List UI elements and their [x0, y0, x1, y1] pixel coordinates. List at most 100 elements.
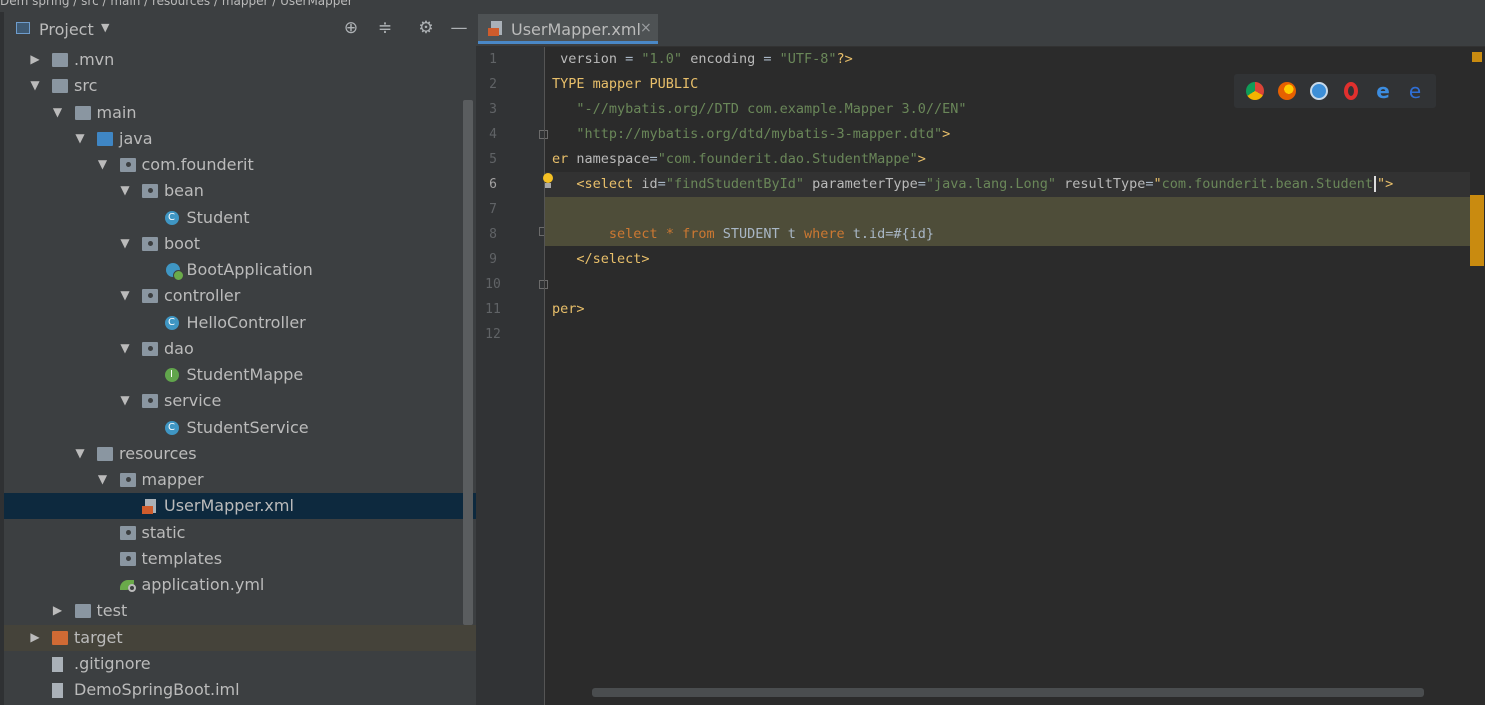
collapse-arrow-icon[interactable]: ▶ — [51, 603, 65, 617]
expand-arrow-icon[interactable]: ▼ — [118, 393, 132, 407]
left-tool-stripe — [0, 12, 4, 705]
tree-item[interactable]: ▶ .mvn — [4, 47, 476, 73]
code-token: </select> — [552, 251, 650, 267]
horizontal-scrollbar[interactable] — [592, 688, 1424, 697]
package-icon — [119, 158, 136, 172]
file-icon — [52, 656, 63, 672]
tree-item[interactable]: ▼ dao — [4, 336, 476, 362]
safari-icon[interactable] — [1310, 82, 1328, 100]
code-token: STUDENT t — [714, 226, 805, 242]
tree-item[interactable]: ▼ boot — [4, 231, 476, 257]
tree-item[interactable]: ▼ java — [4, 126, 476, 152]
code-token: " — [1153, 176, 1162, 192]
expand-arrow-icon[interactable]: ▼ — [28, 78, 42, 92]
gear-icon[interactable]: ⚙ — [415, 18, 437, 38]
editor-area: UserMapper.xml × 1 2 3 4 5 6 7 8 9 10 11 12 version… — [476, 12, 1485, 705]
class-icon: C — [164, 210, 179, 225]
tree-item[interactable]: ▶ test — [4, 598, 476, 624]
minimize-icon[interactable]: — — [448, 18, 470, 38]
package-icon — [142, 341, 158, 356]
open-in-browser-toolbar: e e — [1234, 74, 1436, 108]
code-line[interactable]: per> — [552, 297, 585, 322]
tree-item-label: src — [74, 76, 98, 96]
tree-item[interactable]: ▼ service — [4, 388, 476, 414]
code-line[interactable]: </select> — [552, 247, 650, 272]
expand-arrow-icon[interactable]: ▼ — [118, 341, 132, 355]
tree-item[interactable]: DemoSpringBoot.iml — [4, 677, 476, 703]
tree-item-label: StudentService — [186, 417, 309, 437]
close-icon[interactable]: × — [640, 20, 652, 36]
tree-item[interactable]: ▼ com.founderit — [4, 152, 476, 178]
tree-item[interactable]: ▼ controller — [4, 283, 476, 309]
package-icon — [119, 473, 136, 487]
tree-item[interactable]: ▼ src — [4, 73, 476, 99]
ie-icon[interactable]: e — [1374, 81, 1392, 101]
code-token: > — [917, 151, 926, 167]
expand-arrow-icon[interactable]: ▼ — [118, 236, 132, 250]
code-line[interactable]: version = "1.0" encoding = "UTF-8"?> — [552, 47, 853, 72]
chrome-icon[interactable] — [1246, 82, 1264, 100]
expand-arrow-icon[interactable]: ▼ — [118, 183, 132, 197]
collapse-icon[interactable]: ≑ — [374, 18, 396, 38]
code-line[interactable]: "http://mybatis.org/dtd/mybatis-3-mapper… — [552, 122, 950, 147]
error-stripe-mark[interactable] — [1470, 195, 1484, 266]
tree-item-label: bean — [164, 181, 204, 201]
tree-item[interactable]: C Student — [4, 205, 476, 231]
tree-item-label: main — [96, 102, 137, 122]
tab-usermapper-xml[interactable]: UserMapper.xml × — [478, 14, 658, 44]
chevron-down-icon[interactable]: ▼ — [101, 21, 109, 34]
tree-item[interactable]: I StudentMappe — [4, 362, 476, 388]
code-token: "http://mybatis.org/dtd/mybatis-3-mapper… — [552, 126, 943, 142]
code-line[interactable]: select * from STUDENT t where t.id=#{id} — [552, 222, 934, 247]
project-panel-title[interactable]: Project — [39, 20, 94, 39]
line-number: 2 — [489, 77, 497, 92]
target-icon[interactable]: ⊕ — [340, 18, 362, 38]
code-token: per> — [552, 301, 585, 317]
line-number: 12 — [485, 327, 501, 342]
tree-item[interactable]: ▼ main — [4, 100, 476, 126]
tree-item-label: target — [74, 627, 123, 647]
opera-icon[interactable] — [1344, 82, 1358, 100]
inspection-status-icon[interactable] — [1472, 52, 1482, 62]
tree-item-label: templates — [141, 548, 223, 568]
tree-item[interactable]: ▼ bean — [4, 178, 476, 204]
expand-arrow-icon[interactable]: ▼ — [51, 105, 65, 119]
tree-item[interactable]: templates — [4, 546, 476, 572]
tree-item[interactable]: UserMapper.xml — [4, 493, 476, 520]
expand-arrow-icon[interactable]: ▼ — [73, 131, 87, 145]
tree-item[interactable]: static — [4, 520, 476, 546]
package-icon — [142, 394, 158, 409]
collapse-arrow-icon[interactable]: ▶ — [28, 52, 42, 66]
line-number-gutter: 1 2 3 4 5 6 7 8 9 10 11 12 — [476, 47, 548, 705]
edge-icon[interactable]: e — [1406, 81, 1424, 101]
code-line[interactable]: <select id="findStudentById" parameterTy… — [552, 172, 1393, 197]
project-panel: Project ▼ ⊕ ≑ ⚙ — ▶ .mvn ▼ src ▼ main ▼ java ▼ co… — [0, 12, 476, 705]
tree-item[interactable]: C HelloController — [4, 310, 476, 336]
tree-item-label: DemoSpringBoot.iml — [74, 680, 240, 699]
tree-item[interactable]: application.yml — [4, 572, 476, 598]
code-token: from — [682, 226, 715, 242]
line-number: 4 — [489, 127, 497, 142]
code-line[interactable]: er namespace="com.founderit.dao.StudentM… — [552, 147, 926, 172]
expand-arrow-icon[interactable]: ▼ — [118, 288, 132, 302]
expand-arrow-icon[interactable]: ▼ — [96, 157, 110, 171]
tree-item[interactable]: BootApplication — [4, 257, 476, 283]
tree-item-label: mapper — [141, 470, 204, 489]
editor-tab-bar: UserMapper.xml × — [476, 12, 1485, 47]
code-line[interactable]: "-//mybatis.org//DTD com.example.Mapper … — [552, 97, 966, 122]
tree-item[interactable]: .gitignore — [4, 651, 476, 677]
code-token: = — [917, 176, 926, 192]
collapse-arrow-icon[interactable]: ▶ — [28, 630, 42, 644]
tree-item[interactable]: ▼ resources — [4, 441, 476, 467]
text-caret — [1373, 176, 1376, 192]
expand-arrow-icon[interactable]: ▼ — [96, 472, 110, 486]
tree-item[interactable]: C StudentService — [4, 415, 476, 441]
tree-item[interactable]: ▶ target — [4, 624, 476, 651]
expand-arrow-icon[interactable]: ▼ — [73, 446, 87, 460]
tree-item[interactable]: ▼ mapper — [4, 467, 476, 493]
firefox-icon[interactable] — [1278, 82, 1296, 100]
tree-scrollbar[interactable] — [463, 100, 473, 625]
code-line[interactable]: TYPE mapper PUBLIC — [552, 72, 698, 97]
